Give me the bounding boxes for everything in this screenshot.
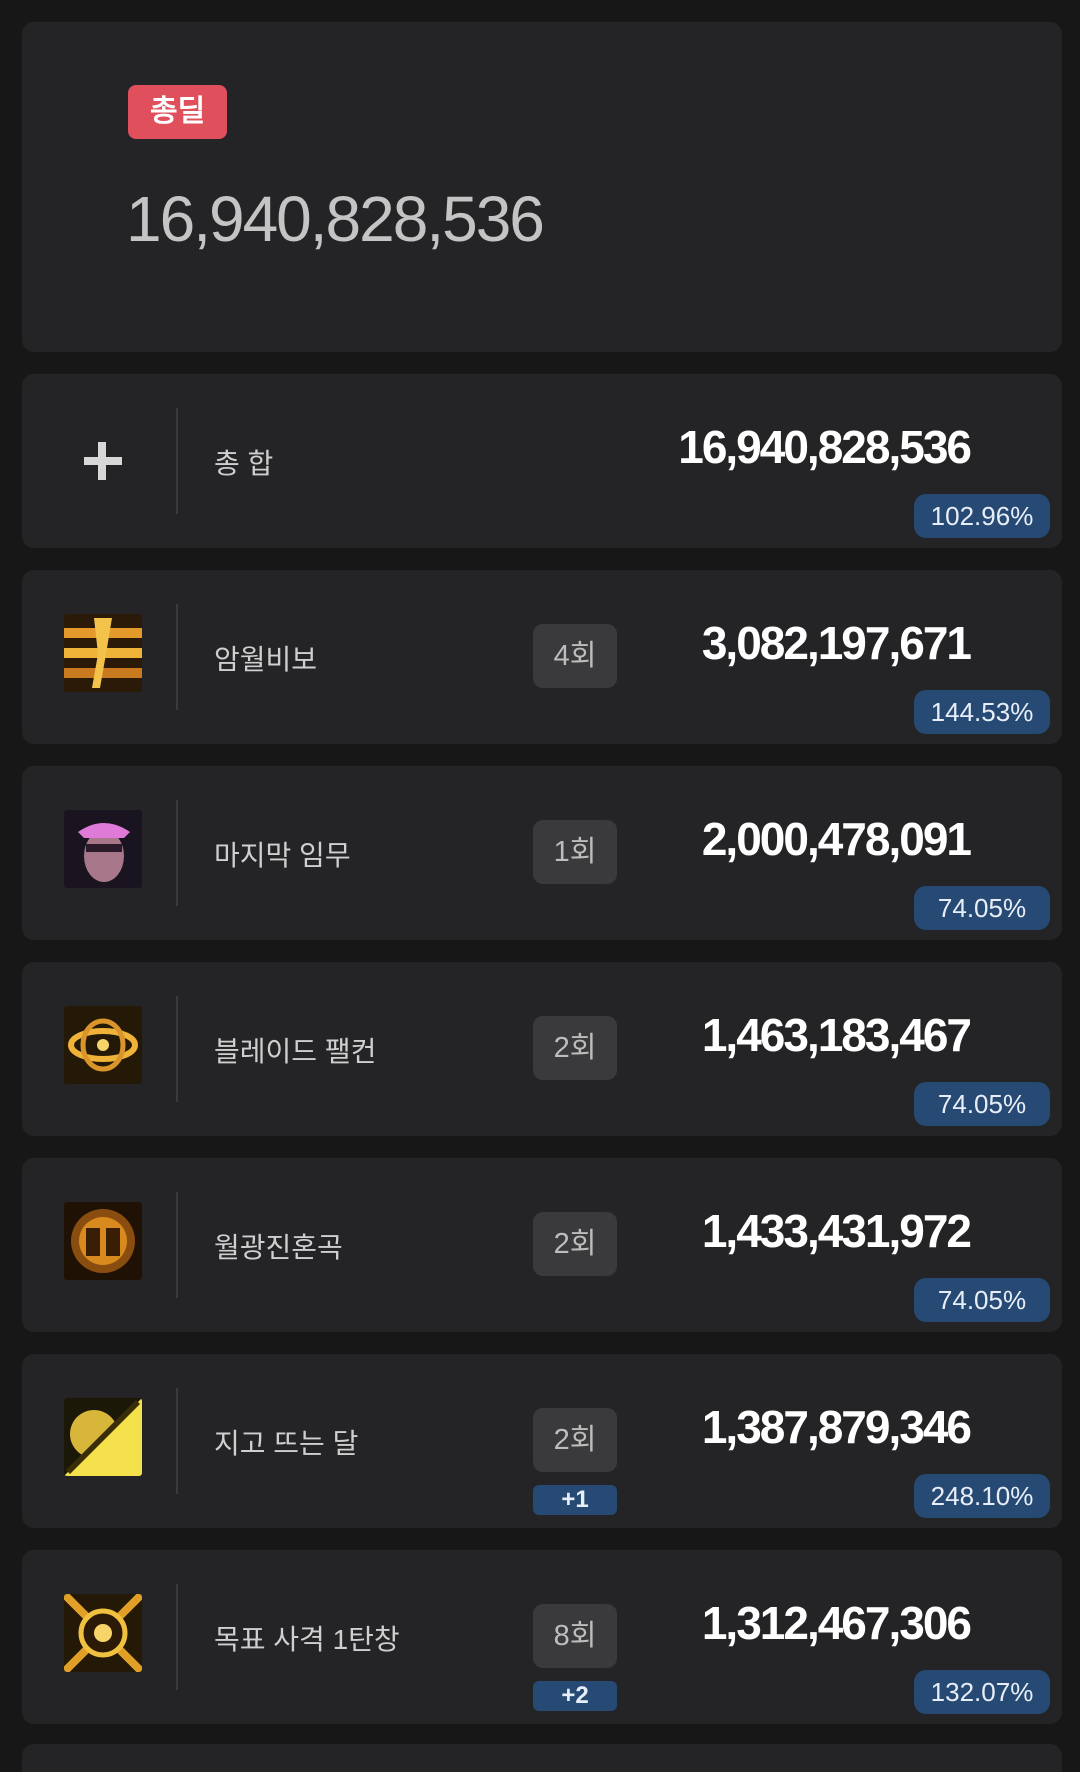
- plus-icon[interactable]: [78, 436, 128, 486]
- target-shot-icon: [64, 1594, 142, 1672]
- hit-count: 2회: [533, 1408, 617, 1472]
- skill-row-partial[interactable]: [22, 1744, 1062, 1772]
- skill-percent: 132.07%: [914, 1670, 1050, 1714]
- skill-name: 목표 사격 1탄창: [214, 1624, 400, 1655]
- hit-count: 1회: [533, 820, 617, 884]
- skill-damage: 3,082,197,671: [701, 617, 972, 669]
- skill-name: 마지막 임무: [214, 840, 351, 871]
- dark-moon-secret-icon: [64, 614, 142, 692]
- extra-count-badge: +2: [533, 1681, 617, 1711]
- divider: [176, 800, 178, 906]
- last-mission-icon: [64, 810, 142, 888]
- total-damage-summary: 총딜 16,940,828,536: [22, 22, 1062, 352]
- skill-row[interactable]: 암월비보 4회 3,082,197,671 144.53%: [22, 570, 1062, 744]
- total-damage-value: 16,940,828,536: [126, 183, 545, 255]
- skill-row[interactable]: 블레이드 팰컨 2회 1,463,183,467 74.05%: [22, 962, 1062, 1136]
- total-row-percent: 102.96%: [914, 494, 1050, 538]
- skill-damage: 1,463,183,467: [701, 1009, 972, 1061]
- skill-percent: 74.05%: [914, 886, 1050, 930]
- moonlight-requiem-icon: [64, 1202, 142, 1280]
- total-row-label: 총 합: [214, 448, 274, 479]
- total-damage-badge: 총딜: [128, 85, 228, 139]
- skill-percent: 248.10%: [914, 1474, 1050, 1518]
- divider: [176, 1388, 178, 1494]
- skill-percent: 74.05%: [914, 1278, 1050, 1322]
- divider: [176, 1584, 178, 1690]
- skill-damage: 1,433,431,972: [701, 1205, 972, 1257]
- skill-row[interactable]: 마지막 임무 1회 2,000,478,091 74.05%: [22, 766, 1062, 940]
- divider: [176, 604, 178, 710]
- total-row-value: 16,940,828,536: [678, 421, 972, 473]
- divider: [176, 996, 178, 1102]
- total-row[interactable]: 총 합 16,940,828,536 102.96%: [22, 374, 1062, 548]
- hit-count: 4회: [533, 624, 617, 688]
- blade-falcon-icon: [64, 1006, 142, 1084]
- skill-name: 월광진혼곡: [214, 1232, 343, 1263]
- skill-name: 암월비보: [214, 644, 318, 675]
- hit-count: 2회: [533, 1212, 617, 1276]
- skill-row[interactable]: 지고 뜨는 달 2회 +1 1,387,879,346 248.10%: [22, 1354, 1062, 1528]
- skill-damage: 1,312,467,306: [701, 1597, 972, 1649]
- skill-row[interactable]: 월광진혼곡 2회 1,433,431,972 74.05%: [22, 1158, 1062, 1332]
- extra-count-badge: +1: [533, 1485, 617, 1515]
- divider: [176, 408, 178, 514]
- skill-row[interactable]: 목표 사격 1탄창 8회 +2 1,312,467,306 132.07%: [22, 1550, 1062, 1724]
- skill-damage: 2,000,478,091: [701, 813, 972, 865]
- skill-percent: 144.53%: [914, 690, 1050, 734]
- hit-count: 2회: [533, 1016, 617, 1080]
- skill-name: 지고 뜨는 달: [214, 1428, 359, 1459]
- skill-percent: 74.05%: [914, 1082, 1050, 1126]
- skill-damage: 1,387,879,346: [701, 1401, 972, 1453]
- hit-count: 8회: [533, 1604, 617, 1668]
- setting-rising-moon-icon: [64, 1398, 142, 1476]
- divider: [176, 1192, 178, 1298]
- skill-name: 블레이드 팰컨: [214, 1036, 377, 1067]
